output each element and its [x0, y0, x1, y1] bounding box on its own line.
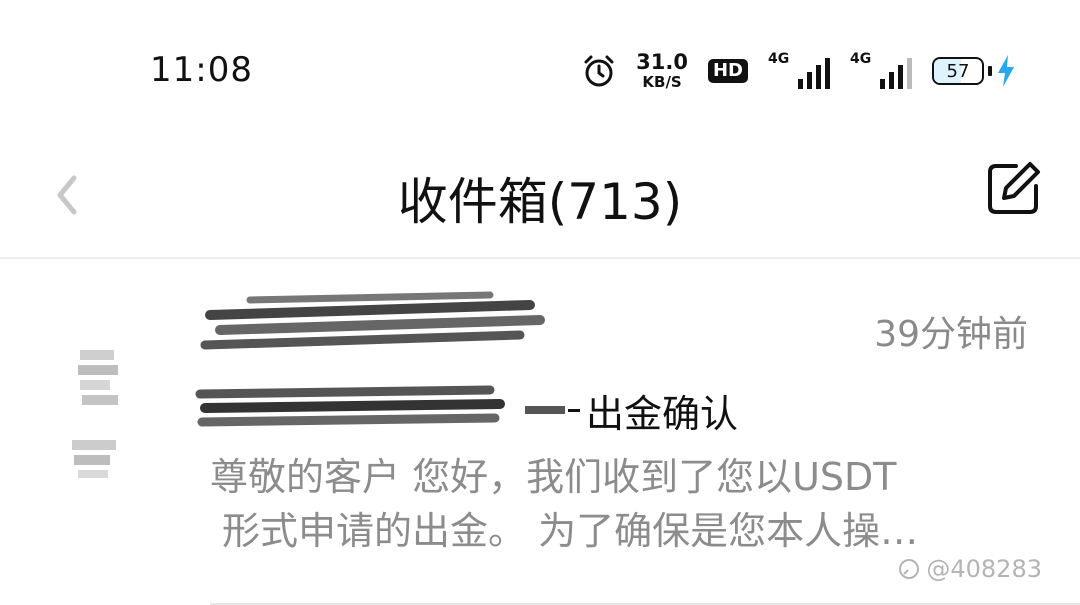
page-title: 收件箱(713)	[397, 173, 683, 231]
watermark-text: @408283	[926, 555, 1042, 583]
mail-subject: 出金确认	[190, 382, 738, 438]
subject-redacted	[195, 385, 580, 427]
battery-indicator: 57	[932, 55, 1016, 87]
battery-level: 57	[946, 60, 970, 82]
mail-subject-text: 出金确认	[586, 391, 739, 436]
compose-icon[interactable]	[986, 160, 1042, 216]
battery-icon: 57	[932, 57, 984, 85]
network-speed-unit: KB/S	[642, 73, 682, 91]
signal-network-label: 4G	[768, 51, 790, 67]
network-speed-value: 31.0	[636, 50, 688, 74]
signal-strength-sim1: 4G	[768, 51, 830, 89]
hd-voice-icon: HD	[707, 59, 748, 83]
status-time: 11:08	[150, 50, 253, 90]
signal-bars-icon	[880, 58, 912, 89]
network-speed: 31.0 KB/S	[636, 52, 688, 90]
charging-bolt-icon	[998, 55, 1014, 87]
mail-preview: 尊敬的客户 您好，我们收到了您以USDT 形式申请的出金。 为了确保是您本人操…	[210, 450, 1010, 558]
status-icons: 31.0 KB/S HD 4G 4G 57	[582, 48, 1016, 94]
signal-bars-icon	[798, 58, 830, 89]
mail-list-item[interactable]: 39分钟前 出金确认 尊敬的客户 您好，我们收到了您以USDT 形式申请的出金。…	[0, 260, 1080, 605]
signal-network-label: 4G	[850, 51, 872, 67]
header-divider	[0, 257, 1080, 259]
app-header: 收件箱(713)	[0, 140, 1080, 256]
sender-avatar	[72, 350, 118, 478]
status-bar: 11:08 31.0 KB/S HD 4G 4G 57	[0, 0, 1080, 140]
zhihu-logo-icon	[899, 559, 920, 579]
watermark: @408283	[898, 555, 1042, 583]
mail-time-ago: 39分钟前	[874, 314, 1028, 355]
sender-name-redacted	[200, 291, 545, 350]
mail-preview-line: 尊敬的客户 您好，我们收到了您以USDT	[210, 455, 897, 499]
alarm-icon	[584, 55, 614, 87]
mail-preview-line: 形式申请的出金。 为了确保是您本人操…	[222, 509, 919, 553]
signal-strength-sim2: 4G	[850, 51, 912, 89]
